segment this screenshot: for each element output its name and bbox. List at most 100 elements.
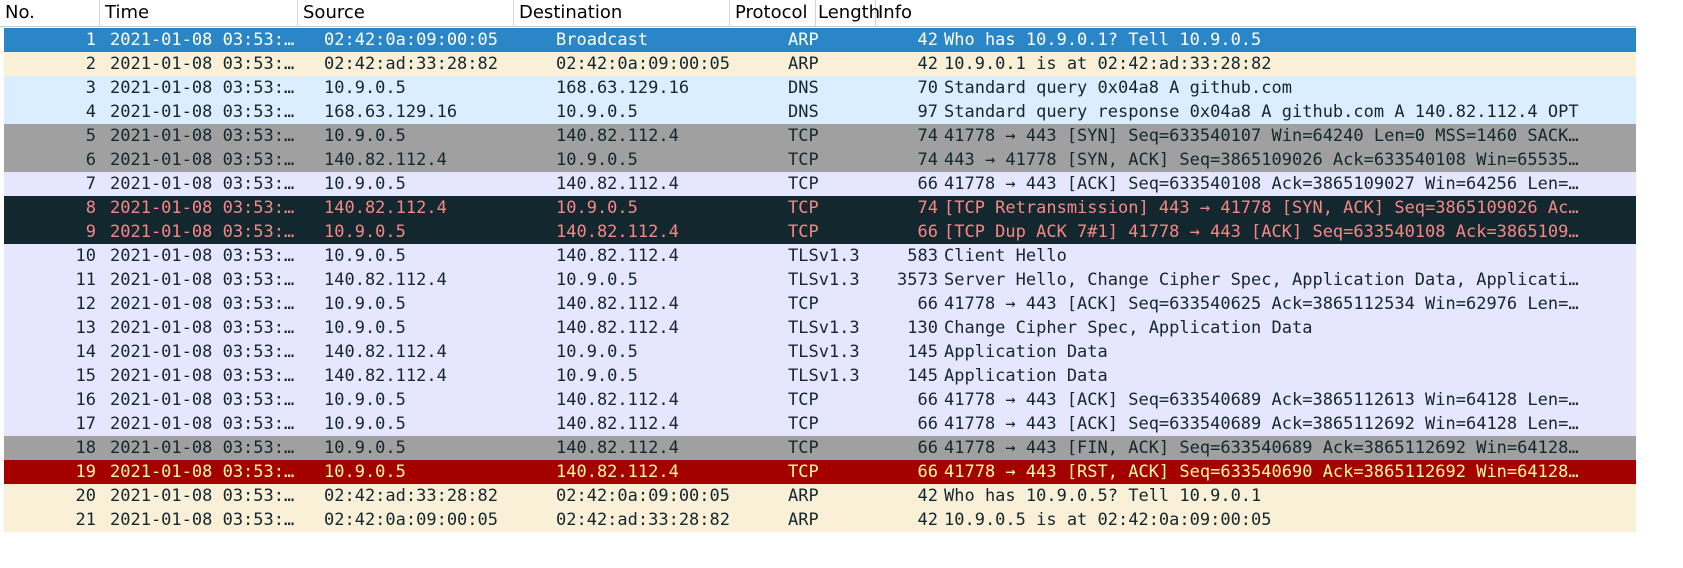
packet-row[interactable]: 16 2021-01-08 03:53:… 10.9.0.5 140.82.112.4… xyxy=(4,388,1636,412)
packet-source: 10.9.0.5 xyxy=(324,390,406,410)
packet-row[interactable]: 3 2021-01-08 03:53:… 10.9.0.5 168.63.129.16… xyxy=(4,76,1636,100)
packet-row[interactable]: 13 2021-01-08 03:53:… 10.9.0.5 140.82.112.4… xyxy=(4,316,1636,340)
packet-source: 140.82.112.4 xyxy=(324,198,447,218)
column-header-length[interactable]: Length xyxy=(816,0,880,26)
packet-source: 02:42:ad:33:28:82 xyxy=(324,54,498,74)
packet-time: 2021-01-08 03:53:… xyxy=(110,270,295,290)
packet-no: 21 xyxy=(75,510,96,530)
packet-protocol: ARP xyxy=(788,54,819,74)
packet-row[interactable]: 9 2021-01-08 03:53:… 10.9.0.5 140.82.112.4 T… xyxy=(4,220,1636,244)
column-header-time[interactable]: Time xyxy=(100,0,298,26)
packet-row[interactable]: 6 2021-01-08 03:53:… 140.82.112.4 10.9.0.5 T… xyxy=(4,148,1636,172)
packet-row[interactable]: 1 2021-01-08 03:53:… 02:42:0a:09:00:05 Broa… xyxy=(4,28,1636,52)
packet-time: 2021-01-08 03:53:… xyxy=(110,246,295,266)
packet-info: 41778 → 443 [ACK] Seq=633540689 Ack=3865… xyxy=(944,390,1579,410)
packet-time: 2021-01-08 03:53:… xyxy=(110,54,295,74)
packet-no: 5 xyxy=(85,126,96,146)
packet-source: 10.9.0.5 xyxy=(324,246,406,266)
packet-row[interactable]: 12 2021-01-08 03:53:… 10.9.0.5 140.82.112.4… xyxy=(4,292,1636,316)
packet-destination: 140.82.112.4 xyxy=(556,246,679,266)
packet-source: 10.9.0.5 xyxy=(324,126,406,146)
column-header-info[interactable]: Info xyxy=(876,0,1636,26)
packet-destination: 140.82.112.4 xyxy=(556,414,679,434)
packet-time: 2021-01-08 03:53:… xyxy=(110,342,295,362)
packet-time: 2021-01-08 03:53:… xyxy=(110,126,295,146)
packet-time: 2021-01-08 03:53:… xyxy=(110,174,295,194)
packet-row[interactable]: 19 2021-01-08 03:53:… 10.9.0.5 140.82.112.4… xyxy=(4,460,1636,484)
packet-protocol: ARP xyxy=(788,510,819,530)
packet-time: 2021-01-08 03:53:… xyxy=(110,78,295,98)
packet-destination: 10.9.0.5 xyxy=(556,366,638,386)
packet-protocol: TCP xyxy=(788,174,819,194)
packet-source: 168.63.129.16 xyxy=(324,102,458,122)
packet-row[interactable]: 17 2021-01-08 03:53:… 10.9.0.5 140.82.112.4… xyxy=(4,412,1636,436)
packet-protocol: TCP xyxy=(788,462,819,482)
packet-destination: 140.82.112.4 xyxy=(556,294,679,314)
packet-info: 10.9.0.1 is at 02:42:ad:33:28:82 xyxy=(944,54,1272,74)
packet-length: 70 xyxy=(917,78,938,98)
packet-protocol: ARP xyxy=(788,30,819,50)
column-header-source[interactable]: Source xyxy=(298,0,514,26)
packet-protocol: TCP xyxy=(788,414,819,434)
packet-destination: 140.82.112.4 xyxy=(556,390,679,410)
packet-length: 3573 xyxy=(897,270,938,290)
packet-destination: 140.82.112.4 xyxy=(556,462,679,482)
packet-protocol: TCP xyxy=(788,126,819,146)
packet-row[interactable]: 10 2021-01-08 03:53:… 10.9.0.5 140.82.112.4… xyxy=(4,244,1636,268)
packet-source: 140.82.112.4 xyxy=(324,366,447,386)
packet-protocol: TCP xyxy=(788,390,819,410)
packet-destination: 140.82.112.4 xyxy=(556,126,679,146)
packet-row[interactable]: 14 2021-01-08 03:53:… 140.82.112.4 10.9.0.5… xyxy=(4,340,1636,364)
packet-no: 20 xyxy=(75,486,96,506)
packet-protocol: TCP xyxy=(788,294,819,314)
packet-list-rows: 1 2021-01-08 03:53:… 02:42:0a:09:00:05 Broa… xyxy=(4,28,1636,532)
packet-no: 2 xyxy=(85,54,96,74)
column-header-destination[interactable]: Destination xyxy=(514,0,730,26)
packet-no: 16 xyxy=(75,390,96,410)
packet-protocol: TLSv1.3 xyxy=(788,318,860,338)
packet-length: 145 xyxy=(907,342,938,362)
packet-row[interactable]: 2 2021-01-08 03:53:… 02:42:ad:33:28:82 02:4… xyxy=(4,52,1636,76)
packet-time: 2021-01-08 03:53:… xyxy=(110,390,295,410)
packet-info: Standard query response 0x04a8 A github.… xyxy=(944,102,1579,122)
packet-destination: 140.82.112.4 xyxy=(556,222,679,242)
packet-source: 10.9.0.5 xyxy=(324,294,406,314)
packet-info: Standard query 0x04a8 A github.com xyxy=(944,78,1292,98)
packet-row[interactable]: 4 2021-01-08 03:53:… 168.63.129.16 10.9.0.5… xyxy=(4,100,1636,124)
packet-destination: 140.82.112.4 xyxy=(556,174,679,194)
packet-row[interactable]: 21 2021-01-08 03:53:… 02:42:0a:09:00:05 02:… xyxy=(4,508,1636,532)
packet-length: 583 xyxy=(907,246,938,266)
packet-protocol: TLSv1.3 xyxy=(788,270,860,290)
packet-destination: Broadcast xyxy=(556,30,649,50)
column-header-no[interactable]: No. xyxy=(0,0,100,26)
packet-length: 42 xyxy=(917,510,938,530)
packet-row[interactable]: 18 2021-01-08 03:53:… 10.9.0.5 140.82.112.4… xyxy=(4,436,1636,460)
column-header-protocol[interactable]: Protocol xyxy=(730,0,816,26)
packet-row[interactable]: 20 2021-01-08 03:53:… 02:42:ad:33:28:82 02:… xyxy=(4,484,1636,508)
packet-length: 130 xyxy=(907,318,938,338)
packet-no: 19 xyxy=(75,462,96,482)
packet-no: 6 xyxy=(85,150,96,170)
packet-no: 18 xyxy=(75,438,96,458)
packet-row[interactable]: 11 2021-01-08 03:53:… 140.82.112.4 10.9.0.5… xyxy=(4,268,1636,292)
packet-length: 66 xyxy=(917,462,938,482)
packet-list-pane: No. Time Source Destination Protocol Len… xyxy=(0,0,1683,568)
packet-length: 66 xyxy=(917,174,938,194)
packet-time: 2021-01-08 03:53:… xyxy=(110,486,295,506)
packet-destination: 168.63.129.16 xyxy=(556,78,690,98)
packet-row[interactable]: 5 2021-01-08 03:53:… 10.9.0.5 140.82.112.4 T… xyxy=(4,124,1636,148)
packet-length: 66 xyxy=(917,294,938,314)
packet-length: 66 xyxy=(917,438,938,458)
packet-protocol: TLSv1.3 xyxy=(788,342,860,362)
packet-length: 42 xyxy=(917,54,938,74)
packet-row[interactable]: 7 2021-01-08 03:53:… 10.9.0.5 140.82.112.4 T… xyxy=(4,172,1636,196)
packet-protocol: ARP xyxy=(788,486,819,506)
packet-source: 10.9.0.5 xyxy=(324,414,406,434)
packet-no: 12 xyxy=(75,294,96,314)
packet-row[interactable]: 15 2021-01-08 03:53:… 140.82.112.4 10.9.0.5… xyxy=(4,364,1636,388)
packet-info: Application Data xyxy=(944,366,1108,386)
packet-length: 74 xyxy=(917,198,938,218)
packet-row[interactable]: 8 2021-01-08 03:53:… 140.82.112.4 10.9.0.5 T… xyxy=(4,196,1636,220)
packet-no: 10 xyxy=(75,246,96,266)
packet-length: 42 xyxy=(917,30,938,50)
